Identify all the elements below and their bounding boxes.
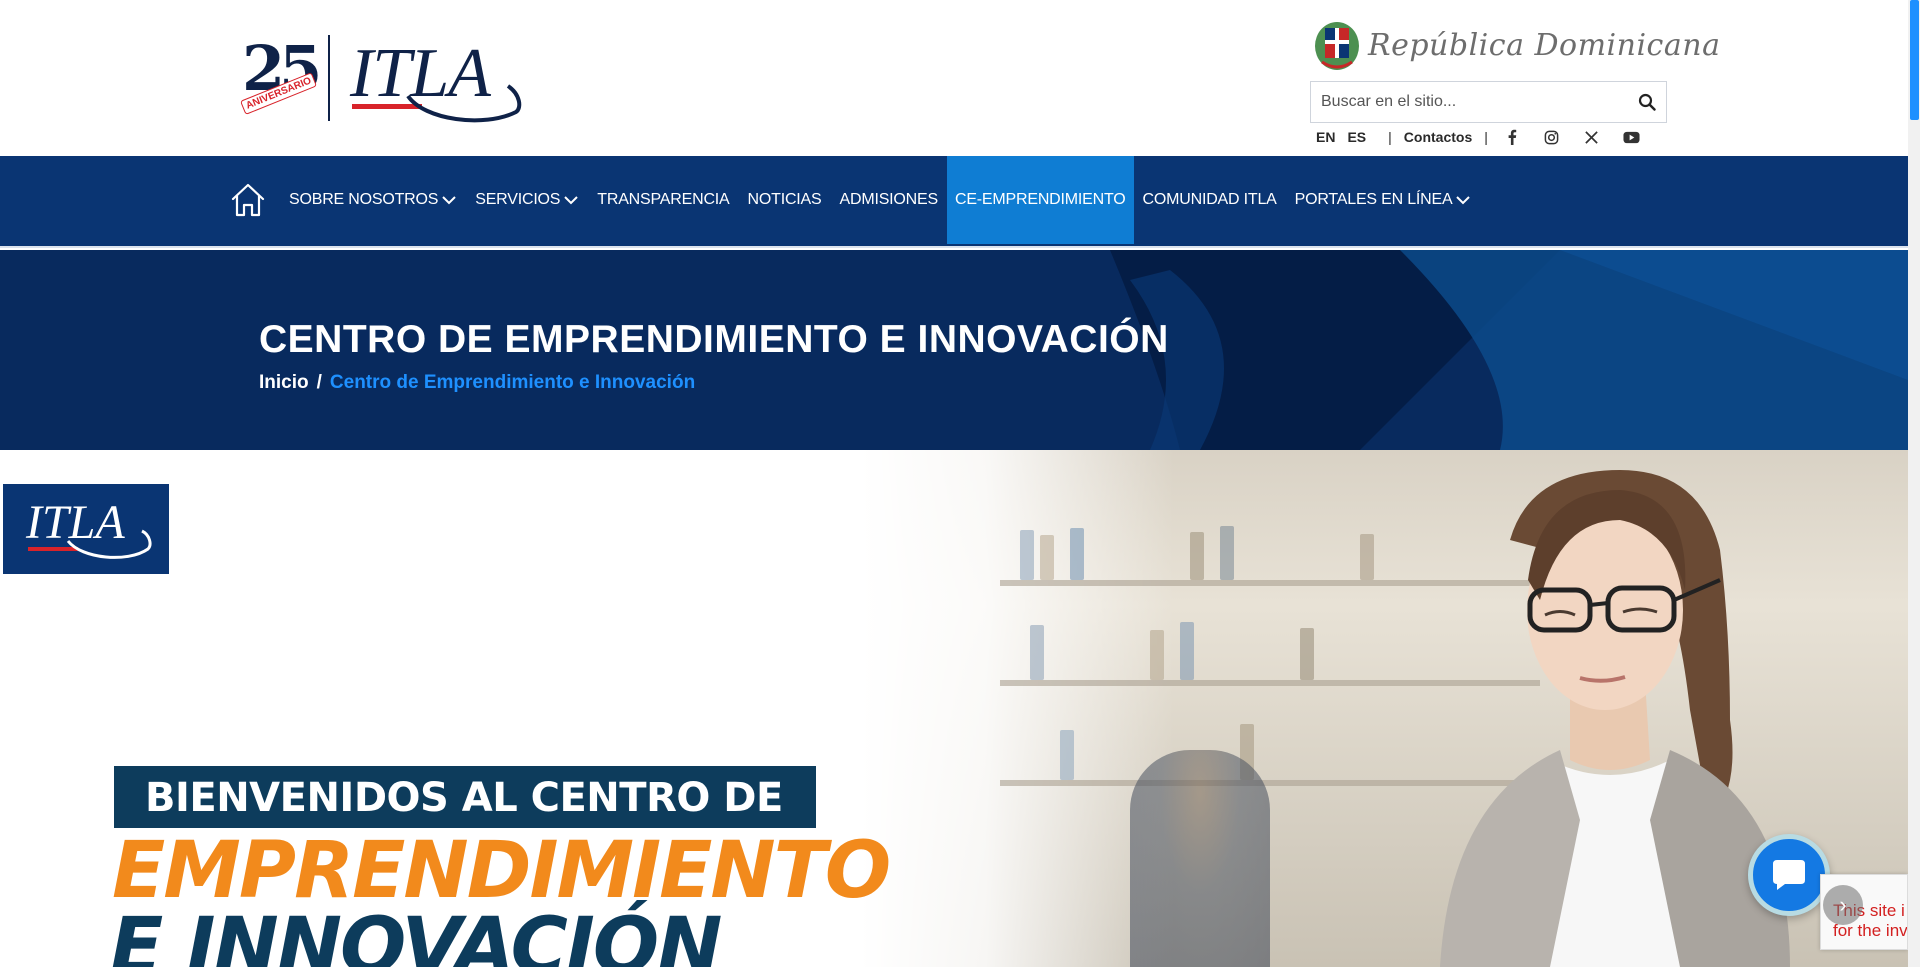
page-title: CENTRO DE EMPRENDIMIENTO E INNOVACIÓN	[259, 318, 1169, 361]
page-scrollbar[interactable]	[1908, 0, 1920, 967]
search-input[interactable]	[1311, 82, 1628, 122]
utility-divider: |	[1388, 129, 1392, 145]
home-icon[interactable]	[226, 178, 270, 222]
nav-item-admisiones[interactable]: ADMISIONES	[831, 156, 947, 244]
logo-divider	[328, 35, 330, 121]
page-header-band: CENTRO DE EMPRENDIMIENTO E INNOVACIÓN In…	[0, 250, 1908, 450]
hero-itla-logo: ITLA	[3, 484, 169, 574]
breadcrumb: Inicio / Centro de Emprendimiento e Inno…	[259, 372, 695, 394]
chat-button[interactable]	[1748, 834, 1830, 916]
lang-en-link[interactable]: EN	[1316, 129, 1335, 145]
recaptcha-badge[interactable]: This site i for the inv ›	[1820, 874, 1908, 950]
nav-item-ce-emprendimiento[interactable]: CE-EMPRENDIMIENTO	[946, 156, 1134, 244]
hero-line-welcome: BIENVENIDOS AL CENTRO DE	[145, 775, 783, 821]
breadcrumb-current: Centro de Emprendimiento e Innovación	[329, 372, 696, 393]
nav-item-portales-en-linea[interactable]: PORTALES EN LÍNEA	[1286, 156, 1481, 244]
lang-es-link[interactable]: ES	[1347, 129, 1366, 145]
nav-item-label: PORTALES EN LÍNEA	[1294, 191, 1453, 208]
nav-item-comunidad-itla[interactable]: COMUNIDAD ITLA	[1134, 156, 1286, 244]
chevron-down-icon	[441, 195, 457, 205]
breadcrumb-separator: /	[316, 372, 322, 393]
site-logo-link[interactable]: 25 ANIVERSARIO ITLA	[238, 30, 524, 126]
hero-line-innovacion: E INNOVACIÓN	[110, 902, 722, 967]
site-header: 25 ANIVERSARIO ITLA República Dominicana	[0, 0, 1908, 156]
nav-item-label: SERVICIOS	[475, 191, 561, 208]
breadcrumb-home-link[interactable]: Inicio	[259, 372, 309, 394]
site-search	[1310, 81, 1667, 123]
itla-logo: ITLA	[344, 30, 524, 126]
government-brand: República Dominicana	[1312, 18, 1720, 72]
logo-swoosh-icon	[406, 84, 522, 123]
hero-banner: ITLA BIENVENIDOS AL CENTRO DE EMPRENDIMI…	[0, 450, 1908, 967]
utility-divider: |	[1484, 129, 1488, 145]
chevron-down-icon	[563, 195, 579, 205]
nav-item-servicios[interactable]: SERVICIOS	[466, 156, 588, 244]
nav-item-label: SOBRE NOSOTROS	[289, 191, 439, 208]
anniversary-logo: 25 ANIVERSARIO	[238, 32, 322, 120]
government-label: República Dominicana	[1368, 27, 1721, 63]
utility-bar: EN ES | Contactos |	[1316, 128, 1652, 146]
instagram-icon[interactable]	[1542, 128, 1562, 146]
nav-item-noticias[interactable]: NOTICIAS	[739, 156, 831, 244]
scrollbar-thumb[interactable]	[1910, 0, 1919, 120]
background-person	[1130, 750, 1270, 967]
hero-logo-swoosh-icon	[66, 529, 152, 559]
chat-bubble-icon	[1773, 860, 1805, 890]
contact-link[interactable]: Contactos	[1404, 129, 1472, 145]
youtube-icon[interactable]	[1622, 128, 1642, 146]
nav-item-transparencia[interactable]: TRANSPARENCIA	[588, 156, 738, 244]
nav-item-sobre-nosotros[interactable]: SOBRE NOSOTROS	[280, 156, 466, 244]
main-navigation: SOBRE NOSOTROS SERVICIOS TRANSPARENCIA N…	[0, 156, 1908, 248]
chevron-down-icon	[1455, 195, 1471, 205]
facebook-icon[interactable]	[1502, 128, 1522, 146]
coat-of-arms-icon	[1315, 22, 1359, 70]
x-icon[interactable]	[1582, 128, 1602, 146]
carousel-next-arrow-icon[interactable]: ›	[1823, 885, 1863, 925]
search-icon[interactable]	[1628, 82, 1666, 122]
